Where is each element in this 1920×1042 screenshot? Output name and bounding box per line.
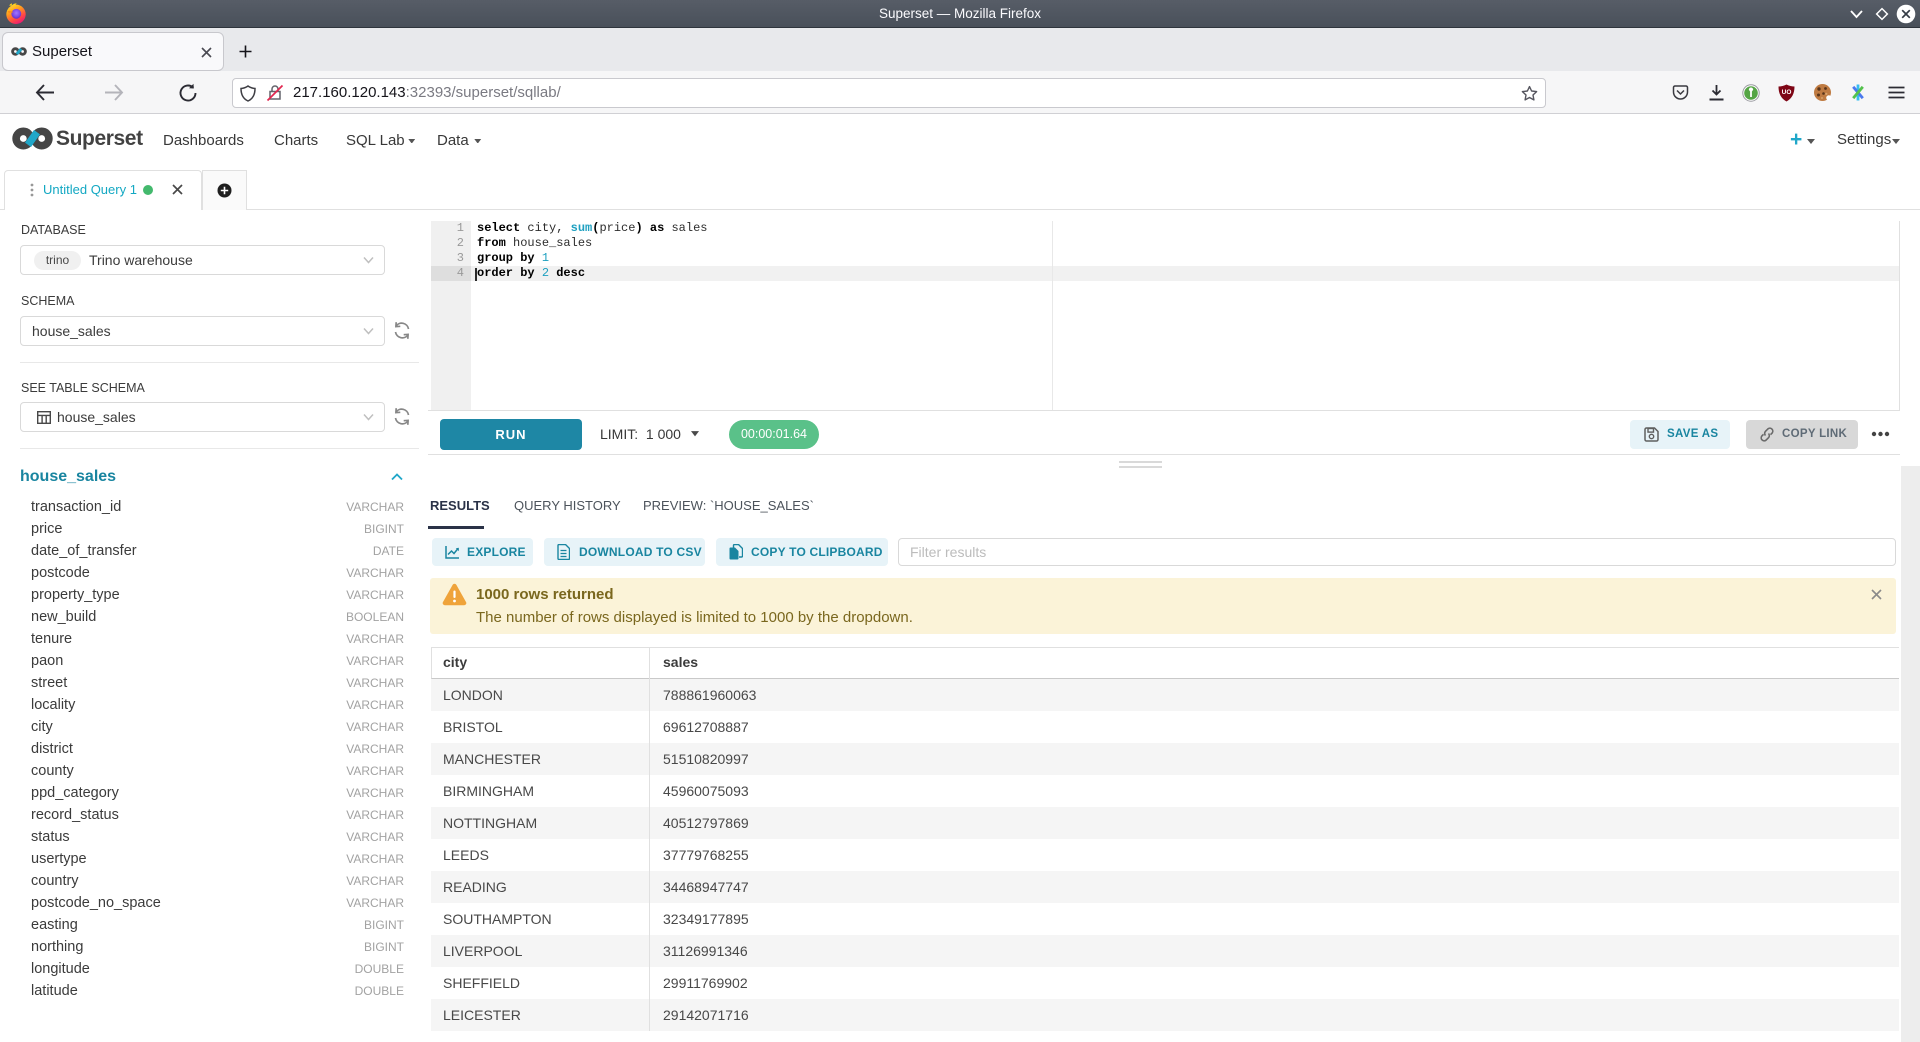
svg-text:UO: UO <box>1782 89 1792 96</box>
